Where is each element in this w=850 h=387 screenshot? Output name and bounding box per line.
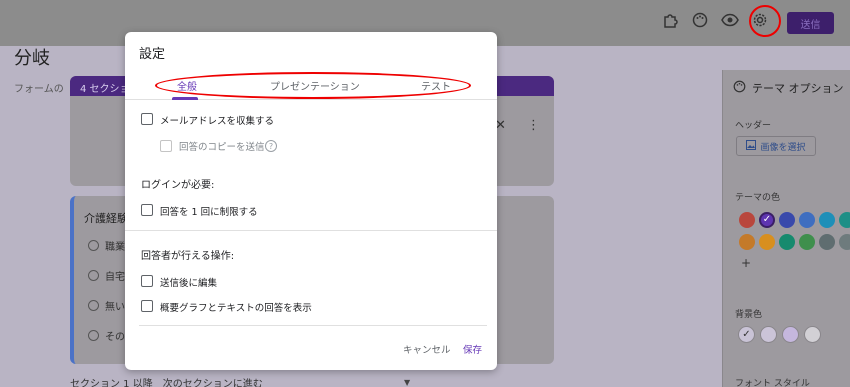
footer-divider — [139, 325, 487, 326]
theme-color-swatch[interactable] — [819, 212, 835, 228]
option-label: 自宅 — [105, 272, 125, 283]
dropdown-caret-icon[interactable]: ▼ — [404, 378, 410, 387]
font-style-label: フォント スタイル — [735, 379, 810, 387]
collect-email-label: メールアドレスを収集する — [160, 116, 275, 127]
puzzle-icon[interactable] — [660, 10, 680, 30]
save-button[interactable]: 保存 — [463, 342, 482, 356]
login-required-heading: ログインが必要: — [141, 180, 215, 191]
settings-dialog: 設定 全般 プレゼンテーション テスト メールアドレスを収集する 回答のコピーを… — [125, 32, 497, 370]
bg-color-swatch[interactable] — [804, 326, 821, 343]
help-icon[interactable]: ? — [265, 140, 277, 152]
active-tab-indicator — [172, 97, 198, 100]
theme-color-swatch[interactable] — [799, 212, 815, 228]
edit-after-submit-checkbox[interactable] — [141, 275, 153, 287]
theme-color-swatch[interactable] — [839, 212, 850, 228]
radio-icon — [88, 270, 99, 281]
theme-color-label: テーマの色 — [735, 193, 781, 203]
theme-color-swatch[interactable] — [779, 234, 795, 250]
theme-color-swatch[interactable] — [819, 234, 835, 250]
edit-after-submit-label: 送信後に編集 — [160, 278, 218, 289]
cancel-button[interactable]: キャンセル — [403, 342, 451, 356]
check-icon: ✓ — [742, 329, 751, 340]
theme-panel-title: テーマ オプション — [733, 80, 844, 96]
option-label: 職業 — [105, 242, 125, 253]
palette-icon — [733, 80, 746, 96]
radio-icon — [88, 240, 99, 251]
theme-color-swatch[interactable] — [739, 234, 755, 250]
limit-one-checkbox[interactable] — [141, 204, 153, 216]
show-summary-checkbox[interactable] — [141, 300, 153, 312]
check-icon: ✓ — [762, 214, 772, 225]
dialog-title: 設定 — [139, 47, 166, 62]
header-label: ヘッダー — [735, 121, 772, 131]
send-button[interactable]: 送信 — [787, 12, 834, 34]
theme-color-swatch[interactable] — [779, 212, 795, 228]
send-copy-label: 回答のコピーを送信 — [179, 142, 265, 153]
option-label: 無い — [105, 302, 125, 313]
bg-color-label: 背景色 — [735, 310, 763, 320]
bg-color-swatch[interactable] — [760, 326, 777, 343]
more-options-icon[interactable]: ⋮ — [527, 118, 540, 133]
gear-annotation-circle — [749, 5, 781, 37]
section-navigation[interactable]: セクション 1 以降 次のセクションに進む — [70, 375, 263, 387]
image-icon — [746, 139, 757, 153]
form-title[interactable]: 分岐 — [14, 44, 50, 70]
page: 送信 4 セクション 分岐 フォームの ✕ ⋮ 介護経験 職業 自宅 無い その… — [0, 0, 850, 387]
limit-one-label: 回答を 1 回に制限する — [160, 207, 258, 218]
tabs-annotation-oval — [155, 72, 471, 99]
select-image-button[interactable]: 画像を選択 — [736, 136, 816, 156]
respondent-actions-heading: 回答者が行える操作: — [141, 251, 235, 262]
select-image-label: 画像を選択 — [760, 142, 806, 153]
theme-color-swatch[interactable] — [839, 234, 850, 250]
send-copy-checkbox[interactable] — [160, 140, 172, 152]
add-color-button[interactable]: + — [741, 256, 751, 270]
radio-icon — [88, 330, 99, 341]
show-summary-label: 概要グラフとテキストの回答を表示 — [160, 303, 312, 314]
option-item[interactable]: 職業 — [88, 238, 125, 253]
radio-icon — [88, 300, 99, 311]
theme-color-swatch[interactable]: ✓ — [759, 212, 775, 228]
bg-color-swatch[interactable] — [782, 326, 799, 343]
theme-color-swatch[interactable] — [759, 234, 775, 250]
form-description[interactable]: フォームの — [14, 80, 64, 95]
eye-icon[interactable] — [720, 10, 740, 30]
option-item[interactable]: 無い — [88, 298, 125, 313]
question-title: 介護経験 — [84, 212, 128, 225]
theme-panel-title-text: テーマ オプション — [752, 82, 844, 95]
divider — [125, 230, 497, 231]
palette-icon[interactable] — [690, 10, 710, 30]
collect-email-checkbox[interactable] — [141, 113, 153, 125]
theme-color-swatch[interactable] — [799, 234, 815, 250]
theme-color-swatch[interactable] — [739, 212, 755, 228]
bg-color-swatch[interactable]: ✓ — [738, 326, 755, 343]
theme-panel: テーマ オプション ヘッダー 画像を選択 テーマの色 ✓ + 背景色 ✓ フォン… — [722, 70, 850, 387]
option-item[interactable]: 自宅 — [88, 268, 125, 283]
